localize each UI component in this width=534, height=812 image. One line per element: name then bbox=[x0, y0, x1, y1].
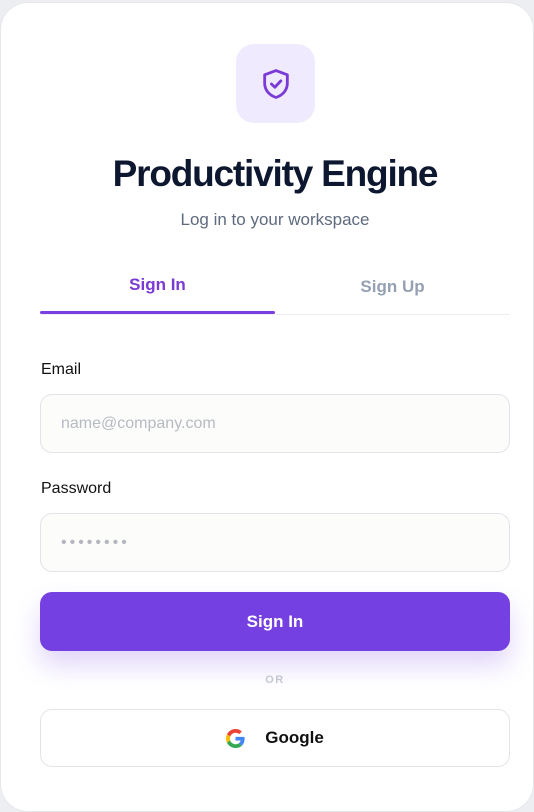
tab-sign-in[interactable]: Sign In bbox=[40, 265, 275, 314]
or-divider: OR bbox=[265, 674, 285, 686]
password-label: Password bbox=[41, 480, 112, 497]
google-icon bbox=[226, 728, 245, 748]
email-label: Email bbox=[41, 361, 82, 378]
google-button-label: Google bbox=[265, 728, 324, 747]
page-subtitle: Log in to your workspace bbox=[180, 210, 370, 229]
active-tab-indicator bbox=[40, 311, 275, 314]
page-title: Productivity Engine bbox=[112, 153, 439, 194]
password-input[interactable] bbox=[40, 513, 510, 572]
login-card: Productivity Engine Log in to your works… bbox=[0, 2, 534, 812]
tab-sign-up[interactable]: Sign Up bbox=[275, 265, 510, 314]
google-sign-in-button[interactable]: Google bbox=[40, 709, 510, 767]
auth-tabs: Sign In Sign Up bbox=[40, 265, 510, 315]
email-input[interactable] bbox=[40, 394, 510, 453]
sign-in-button[interactable]: Sign In bbox=[40, 592, 510, 651]
app-logo-tile bbox=[236, 44, 315, 123]
shield-check-icon bbox=[262, 68, 289, 99]
